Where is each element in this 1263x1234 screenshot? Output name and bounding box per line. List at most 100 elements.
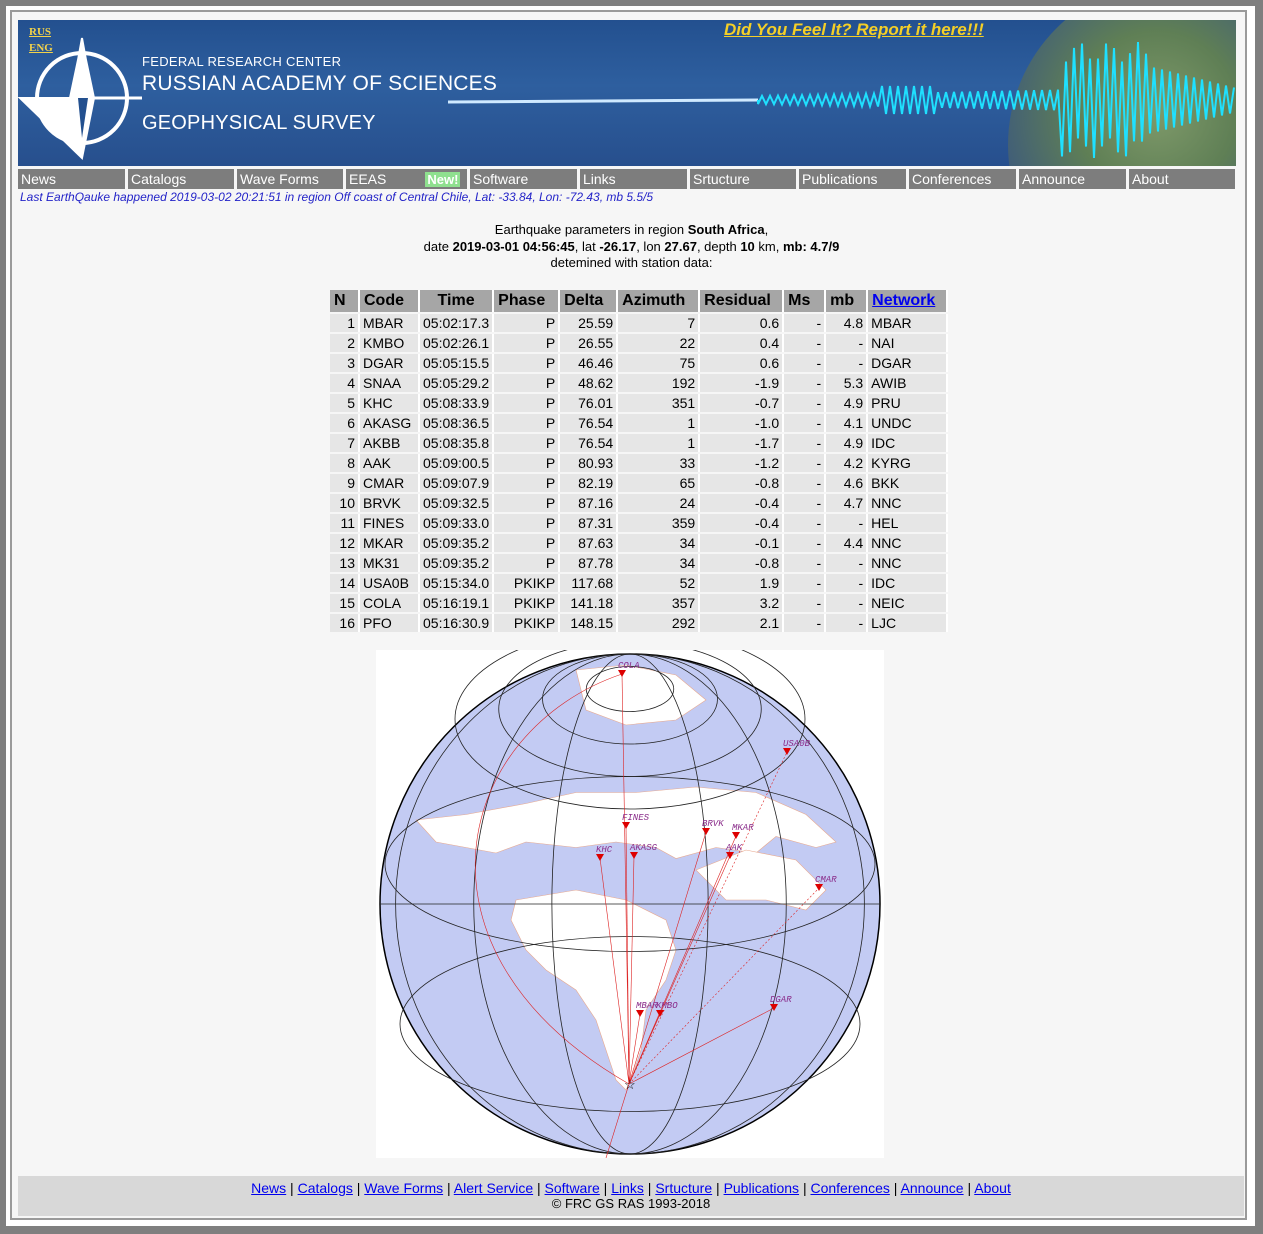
cell-time: 05:08:33.9 xyxy=(420,394,495,412)
cell-time: 05:15:34.0 xyxy=(420,574,495,592)
footer-separator: | xyxy=(963,1180,975,1196)
cell-azimuth: 7 xyxy=(618,314,701,332)
cell-time: 05:09:35.2 xyxy=(420,534,495,552)
cell-code: DGAR xyxy=(360,354,420,372)
cell-delta: 25.59 xyxy=(560,314,619,332)
menu-conferences[interactable]: Conferences xyxy=(909,169,1016,189)
cell-phase: P xyxy=(494,454,561,472)
cell-mb: - xyxy=(826,614,869,632)
table-row: 3 DGAR 05:05:15.5 P 46.46 75 0.6- - DGAR xyxy=(330,354,949,372)
cell-azimuth: 22 xyxy=(618,334,701,352)
cell-mb: - xyxy=(826,574,869,592)
menu-publications[interactable]: Publications xyxy=(799,169,906,189)
cell-phase: P xyxy=(494,314,561,332)
station-label: BRVK xyxy=(702,819,724,829)
cell-n: 13 xyxy=(330,554,360,572)
cell-network: KYRG xyxy=(868,454,949,472)
epicenter-star-icon: ☆ xyxy=(624,1077,636,1092)
footer-link-news[interactable]: News xyxy=(251,1180,286,1196)
footer-link-announce[interactable]: Announce xyxy=(901,1180,964,1196)
table-row: 9 CMAR 05:09:07.9 P 82.19 65 -0.8-4.6 BKK xyxy=(330,474,949,492)
cell-phase: P xyxy=(494,394,561,412)
menu-software[interactable]: Software xyxy=(470,169,577,189)
cell-time: 05:05:15.5 xyxy=(420,354,495,372)
cell-network: AWIB xyxy=(868,374,949,392)
table-row: 7 AKBB 05:08:35.8 P 76.54 1 -1.7-4.9 IDC xyxy=(330,434,949,452)
menu-structure[interactable]: Srtucture xyxy=(690,169,796,189)
cell-n: 11 xyxy=(330,514,360,532)
cell-n: 2 xyxy=(330,334,360,352)
did-you-feel-it-link[interactable]: Did You Feel It? Report it here!!! xyxy=(724,20,984,40)
cell-delta: 76.54 xyxy=(560,414,619,432)
cell-mb: - xyxy=(826,354,869,372)
cell-time: 05:09:07.9 xyxy=(420,474,495,492)
cell-azimuth: 292 xyxy=(618,614,701,632)
menu-catalogs[interactable]: Catalogs xyxy=(128,169,234,189)
cell-azimuth: 65 xyxy=(618,474,701,492)
col-time: Time xyxy=(420,290,495,312)
cell-delta: 46.46 xyxy=(560,354,619,372)
cell-mb: - xyxy=(826,594,869,612)
cell-code: AAK xyxy=(360,454,420,472)
quake-lon: 27.67 xyxy=(664,238,697,254)
cell-phase: P xyxy=(494,334,561,352)
station-label: MBAR xyxy=(636,1001,658,1011)
table-row: 2 KMBO 05:02:26.1 P 26.55 22 0.4- - NAI xyxy=(330,334,949,352)
footer-link-links[interactable]: Links xyxy=(611,1180,644,1196)
cell-ms: - xyxy=(784,574,827,592)
cell-residual: 0.4 xyxy=(700,334,785,352)
lat-label: , lat xyxy=(574,238,600,254)
col-mb: mb xyxy=(826,290,869,312)
cell-network: LJC xyxy=(868,614,949,632)
cell-code: KHC xyxy=(360,394,420,412)
quake-date: 2019-03-01 04:56:45 xyxy=(452,238,575,254)
cell-phase: P xyxy=(494,434,561,452)
cell-time: 05:09:35.2 xyxy=(420,554,495,572)
cell-code: MBAR xyxy=(360,314,420,332)
footer-link-publications[interactable]: Publications xyxy=(724,1180,800,1196)
cell-azimuth: 34 xyxy=(618,554,701,572)
lang-eng-link[interactable]: ENG xyxy=(29,42,53,54)
date-label: date xyxy=(423,238,453,254)
footer-link-srtucture[interactable]: Srtucture xyxy=(655,1180,712,1196)
cell-delta: 87.78 xyxy=(560,554,619,572)
footer-link-catalogs[interactable]: Catalogs xyxy=(298,1180,353,1196)
cell-n: 3 xyxy=(330,354,360,372)
footer-link-alert-service[interactable]: Alert Service xyxy=(454,1180,533,1196)
footer-link-software[interactable]: Software xyxy=(545,1180,600,1196)
network-sort-link[interactable]: Network xyxy=(872,292,935,309)
cell-residual: -1.9 xyxy=(700,374,785,392)
table-body: 1 MBAR 05:02:17.3 P 25.59 7 0.6-4.8 MBAR 2 KMBO 05… xyxy=(330,314,949,632)
table-header-row: N Code Time Phase Delta Azimuth Residual… xyxy=(330,290,949,312)
footer-link-wave-forms[interactable]: Wave Forms xyxy=(364,1180,443,1196)
menu-links[interactable]: Links xyxy=(580,169,687,189)
lang-rus-link[interactable]: RUS xyxy=(29,26,51,38)
menu-news[interactable]: News xyxy=(18,169,125,189)
new-badge: New! xyxy=(425,172,461,187)
cell-delta: 148.15 xyxy=(560,614,619,632)
cell-residual: -0.8 xyxy=(700,554,785,572)
footer-link-conferences[interactable]: Conferences xyxy=(810,1180,889,1196)
cell-n: 15 xyxy=(330,594,360,612)
quake-mb: 4.7/9 xyxy=(806,238,840,254)
cell-azimuth: 1 xyxy=(618,414,701,432)
menu-about[interactable]: About xyxy=(1129,169,1235,189)
cell-phase: P xyxy=(494,414,561,432)
table-row: 10 BRVK 05:09:32.5 P 87.16 24 -0.4-4.7 NNC xyxy=(330,494,949,512)
menu-wave-forms[interactable]: Wave Forms xyxy=(237,169,343,189)
footer-link-about[interactable]: About xyxy=(974,1180,1011,1196)
cell-code: COLA xyxy=(360,594,420,612)
cell-phase: P xyxy=(494,474,561,492)
menu-announce[interactable]: Announce xyxy=(1019,169,1126,189)
cell-network: NEIC xyxy=(868,594,949,612)
cell-code: USA0B xyxy=(360,574,420,592)
last-earthquake-notice[interactable]: Last EarthQauke happened 2019-03-02 20:2… xyxy=(20,190,653,204)
copyright: © FRC GS RAS 1993-2018 xyxy=(551,1196,711,1211)
cell-residual: -0.4 xyxy=(700,514,785,532)
params-note: detemined with station data: xyxy=(550,255,713,270)
table-row: 4 SNAA 05:05:29.2 P 48.62 192 -1.9-5.3 AWIB xyxy=(330,374,949,392)
cell-ms: - xyxy=(784,394,827,412)
menu-eeas[interactable]: EEAS New! xyxy=(346,169,467,189)
station-label: KMBO xyxy=(656,1001,678,1011)
cell-n: 16 xyxy=(330,614,360,632)
